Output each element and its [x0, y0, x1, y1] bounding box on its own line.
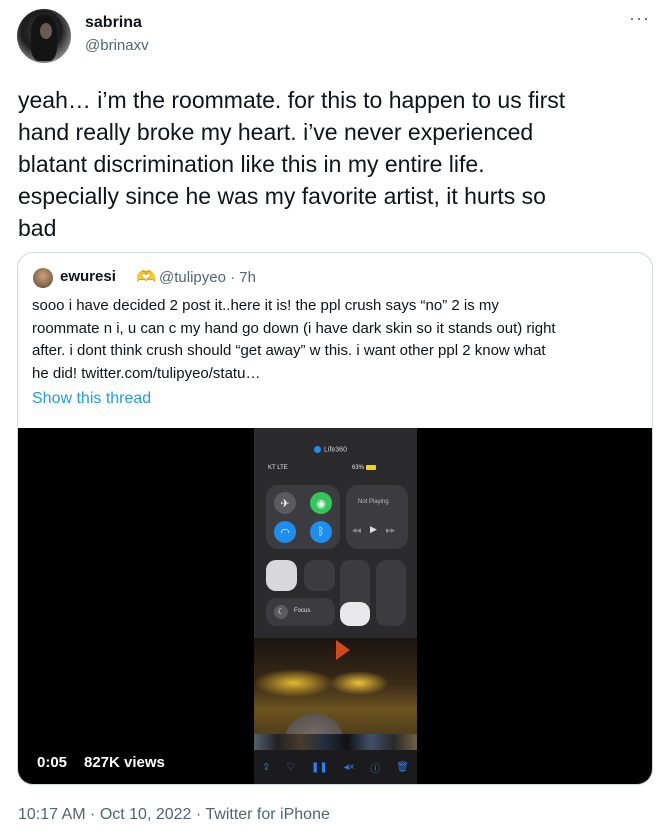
video-filmstrip	[254, 734, 417, 750]
battery-percent: 63%	[352, 465, 365, 472]
focus-label: Focus	[294, 608, 311, 614]
location-dot-icon	[314, 446, 321, 453]
heart-icon: ♡	[286, 761, 296, 773]
mute-icon: ◂×	[343, 761, 355, 773]
heart-hands-emoji: 🫶	[136, 269, 156, 286]
moon-icon: ☾	[274, 605, 288, 619]
carrier-label: KT LTE	[268, 465, 288, 471]
orange-flag	[336, 640, 350, 660]
location-pill-label: Life360	[324, 446, 347, 454]
quote-author-avatar[interactable]	[33, 268, 53, 288]
trash-icon: 🗑	[396, 761, 409, 773]
quote-author-name[interactable]: ewuresi	[60, 268, 116, 285]
info-icon: ⓘ	[370, 763, 381, 775]
location-pill: Life360	[314, 446, 347, 453]
share-icon: ⇪	[261, 761, 271, 773]
screen-mirror-icon	[304, 560, 335, 591]
more-horizontal-icon[interactable]: ···	[629, 8, 650, 29]
video-view-count: 827K views	[84, 754, 165, 771]
author-avatar[interactable]	[17, 9, 71, 63]
connectivity-block: ✈ ◉ ◠ ᛒ	[266, 485, 340, 549]
author-display-name[interactable]: sabrina	[85, 14, 142, 32]
quote-author-handle-time: @tulipyeo · 7h	[159, 269, 256, 286]
avatar-face	[40, 23, 52, 39]
video-frame-phone-screen: Life360 KT LTE 63% ✈ ◉ ◠ ᛒ Not Playing ◂…	[254, 428, 417, 784]
forward-icon: ▸▸	[386, 525, 396, 535]
battery-status: 63%	[352, 465, 377, 472]
tweet-meta: 10:17 AM · Oct 10, 2022 · Twitter for iP…	[18, 806, 330, 823]
photo-edit-toolbar: ⇪ ♡ ❚❚ ◂× ⓘ 🗑	[254, 750, 417, 784]
video-player[interactable]: Life360 KT LTE 63% ✈ ◉ ◠ ᛒ Not Playing ◂…	[18, 428, 652, 784]
show-thread-link[interactable]: Show this thread	[32, 390, 151, 408]
tweet-text: yeah… i’m the roommate. for this to happ…	[18, 87, 566, 241]
airplane-icon: ✈	[274, 492, 296, 514]
battery-icon	[366, 465, 377, 470]
rewind-icon: ◂◂	[352, 525, 362, 535]
now-playing-block	[346, 485, 408, 549]
author-handle[interactable]: @brinaxv	[85, 37, 149, 54]
bluetooth-icon: ᛒ	[310, 521, 332, 543]
now-playing-label: Not Playing	[358, 499, 389, 505]
volume-slider	[376, 560, 406, 626]
video-elapsed-time: 0:05	[37, 754, 68, 771]
wifi-icon: ◠	[274, 521, 296, 543]
cellular-icon: ◉	[310, 492, 332, 514]
play-icon: ▶	[370, 524, 377, 534]
pause-icon: ❚❚	[311, 761, 328, 773]
rotation-lock-icon	[266, 560, 297, 591]
quoted-tweet-card[interactable]: ewuresi 🫶 @tulipyeo · 7h sooo i have dec…	[17, 252, 653, 785]
brightness-fill	[340, 602, 370, 626]
quote-text: sooo i have decided 2 post it..here it i…	[32, 297, 556, 382]
